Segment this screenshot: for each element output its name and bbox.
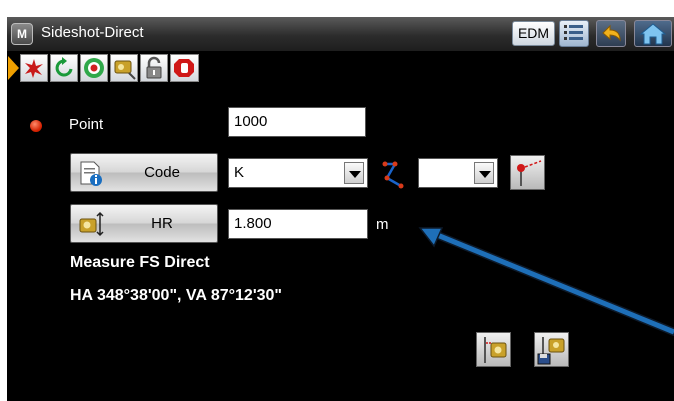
target-icon[interactable] [80,54,108,82]
chevron-down-icon[interactable] [474,162,494,184]
point-status-dot [30,120,42,132]
code-dropdown[interactable]: K [228,158,368,188]
unlock-icon[interactable] [140,54,168,82]
hr-button[interactable]: HR [70,204,218,243]
hr-unit: m [376,216,389,233]
title-bar: M Sideshot-Direct EDM [7,17,674,51]
back-arrow-icon[interactable] [596,20,626,47]
point-pick-icon [517,160,542,186]
hr-input[interactable]: 1.800 [228,209,368,239]
code2-dropdown[interactable] [418,158,498,188]
stop-hand-icon[interactable] [170,54,199,82]
angle-readout: HA 348°38'00", VA 87°12'30" [70,287,282,304]
line-string-icon [379,160,409,195]
measure-status: Measure FS Direct [70,254,210,271]
chevron-down-icon[interactable] [344,162,364,184]
callout-arrow [412,222,674,342]
point-input[interactable]: 1000 [228,107,366,137]
rotate-icon[interactable] [50,54,78,82]
toolbar [7,51,674,85]
app-menu-icon[interactable]: M [11,23,33,45]
code-button[interactable]: Code [70,153,218,192]
hr-button-label: HR [151,215,173,232]
code-dropdown-value: K [234,164,245,181]
prism-icon[interactable] [110,54,138,82]
list-icon[interactable] [559,20,589,47]
screen: M Sideshot-Direct EDM Point 1000 Code K … [0,0,674,401]
window-title: Sideshot-Direct [41,24,144,41]
point-label: Point [69,116,104,133]
play-arrow-icon[interactable] [8,56,20,85]
code-button-label: Code [144,164,180,181]
device-window: M Sideshot-Direct EDM Point 1000 Code K … [7,17,674,401]
point-pick-button[interactable] [510,155,545,190]
edm-button[interactable]: EDM [512,21,555,46]
red-star-icon[interactable] [20,54,48,82]
home-icon[interactable] [634,20,672,47]
